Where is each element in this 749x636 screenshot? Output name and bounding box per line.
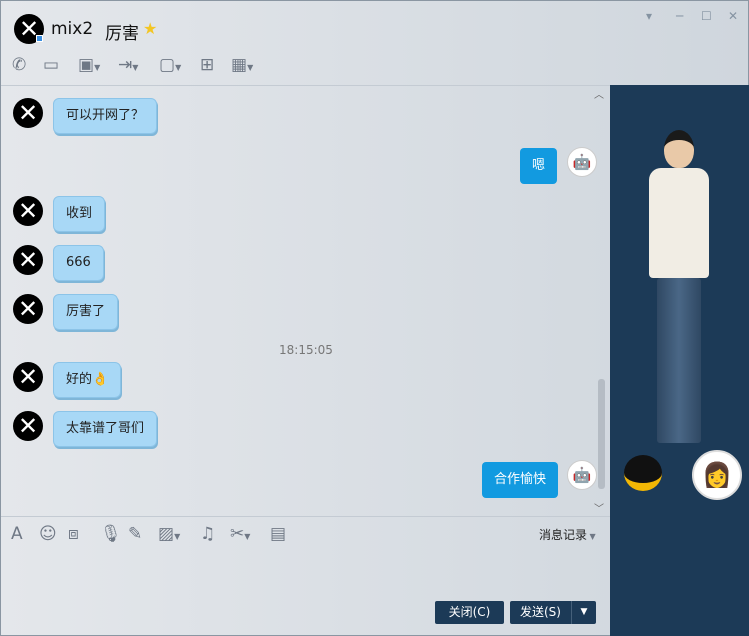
message-bubble: 太靠谱了哥们 (53, 411, 158, 447)
send-button[interactable]: 发送(S) (510, 601, 572, 624)
sender-avatar[interactable]: ✕ (13, 362, 43, 392)
android-avatar-icon[interactable]: 🤖 (567, 147, 597, 177)
font-icon[interactable]: A (11, 524, 23, 544)
my-avatar[interactable]: 👩 (692, 450, 742, 500)
emoji-icon[interactable]: ☺ (39, 524, 57, 544)
message-history-label: 消息记录 (539, 528, 588, 542)
scroll-down-icon[interactable]: ﹀ (594, 500, 604, 515)
message-bubble: 好的👌 (53, 362, 122, 398)
message-bubble: 厉害了 (53, 294, 119, 330)
video-icon[interactable]: ▭ (43, 55, 59, 75)
vip-star-icon: ★ (143, 19, 158, 38)
side-panel: 👩 (610, 85, 749, 636)
divider (1, 516, 610, 517)
scrollbar[interactable] (598, 379, 605, 489)
red-packet-icon[interactable]: ▤ (270, 524, 286, 544)
scroll-up-icon[interactable]: ︿ (594, 86, 604, 101)
close-window-button[interactable]: ✕ (728, 9, 738, 23)
pen-icon[interactable]: ✎ (128, 524, 142, 544)
message-bubble: 收到 (53, 196, 106, 232)
chat-window: ✕ mix2 厉害 ★ ▾ ─ ☐ ✕ ✆ ▭ ▣▼ ⇥▼ ▢▼ ⊞ ▦▼ ︿ … (0, 0, 749, 636)
message-input[interactable] (1, 546, 610, 596)
message-history-button[interactable]: 消息记录 ▼ (539, 526, 596, 543)
message-bubble: 666 (53, 245, 104, 281)
message-bubble: 嗯 (520, 148, 558, 184)
minimize-button[interactable]: ─ (676, 9, 683, 23)
contact-name[interactable]: mix2 (51, 19, 93, 39)
shake-icon[interactable]: ⧈ (68, 524, 79, 544)
screen-share-icon[interactable]: ▣▼ (78, 55, 100, 75)
android-avatar-icon[interactable]: 🤖 (567, 460, 597, 490)
send-button-group: 发送(S) ▼ (510, 601, 596, 624)
message-bubble: 合作愉快 (482, 462, 559, 498)
sender-avatar[interactable]: ✕ (13, 245, 43, 275)
apps-icon[interactable]: ▦▼ (231, 55, 253, 75)
send-options-dropdown[interactable]: ▼ (572, 601, 596, 624)
file-transfer-icon[interactable]: ⇥▼ (118, 55, 138, 75)
image-icon[interactable]: ▨▼ (158, 524, 180, 544)
avatar-figure (648, 130, 710, 460)
qq-penguin-icon[interactable] (624, 455, 662, 491)
sender-avatar[interactable]: ✕ (13, 196, 43, 226)
remote-desktop-icon[interactable]: ▢▼ (159, 55, 181, 75)
comment-add-icon[interactable]: ⊞ (200, 55, 214, 75)
phone-icon[interactable]: ✆ (12, 55, 26, 75)
sender-avatar[interactable]: ✕ (13, 411, 43, 441)
online-status-icon (36, 35, 43, 42)
microphone-icon[interactable]: 🎙 (100, 524, 122, 544)
screenshot-scissors-icon[interactable]: ✂▼ (230, 524, 250, 544)
message-list: ︿ ﹀ ✕ 可以开网了？ 🤖 嗯 ✕ 收到 ✕ 666 ✕ 厉害了 18:15:… (1, 86, 610, 516)
contact-signature: 厉害 (105, 24, 139, 44)
close-button[interactable]: 关闭(C) (435, 601, 504, 624)
sender-avatar[interactable]: ✕ (13, 294, 43, 324)
timestamp: 18:15:05 (279, 343, 333, 357)
maximize-button[interactable]: ☐ (701, 9, 712, 23)
dropdown-icon[interactable]: ▾ (646, 9, 652, 23)
music-icon[interactable]: ♫ (200, 524, 215, 544)
sender-avatar[interactable]: ✕ (13, 98, 43, 128)
message-bubble: 可以开网了？ (53, 98, 158, 134)
